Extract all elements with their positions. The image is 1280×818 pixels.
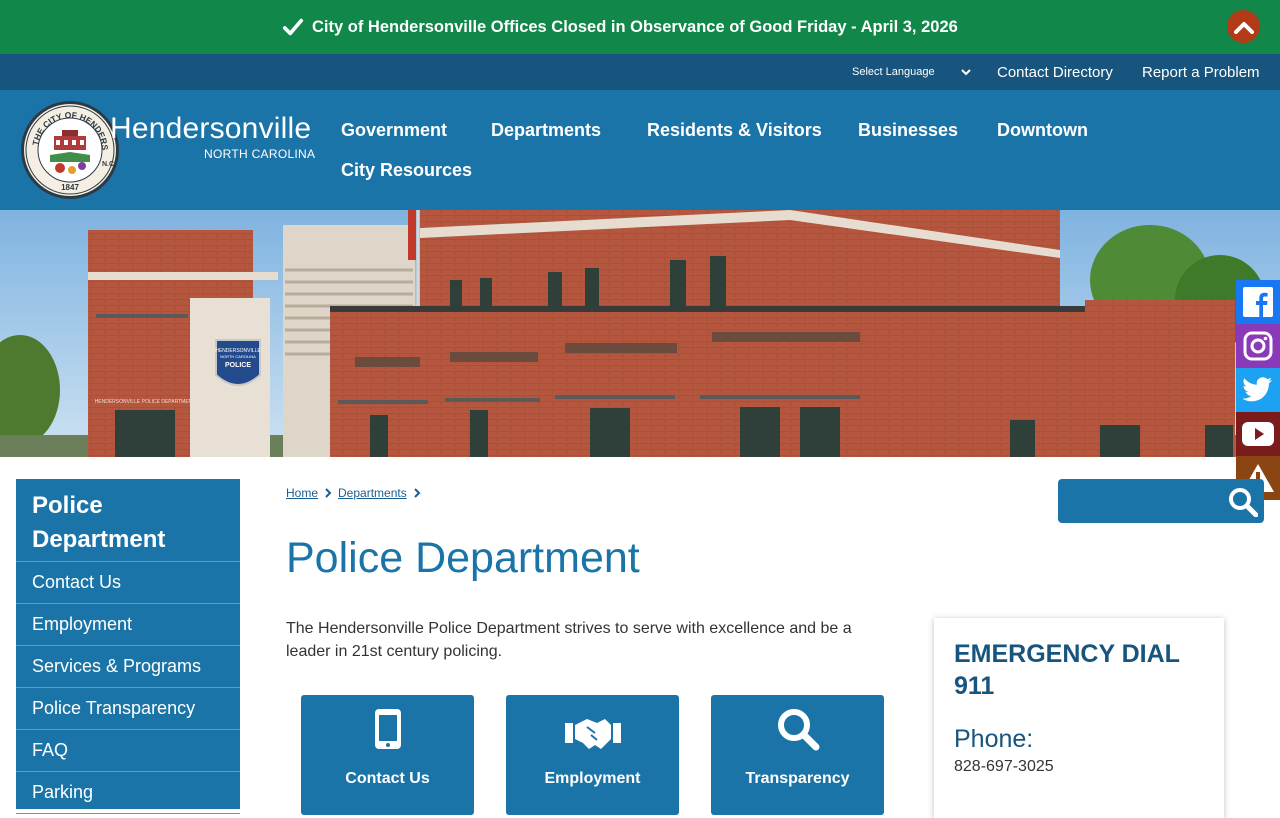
instagram-link[interactable]	[1236, 324, 1280, 368]
emergency-card: EMERGENCY DIAL 911 Phone: 828-697-3025	[934, 618, 1224, 818]
nav-businesses[interactable]: Businesses	[858, 120, 958, 141]
contact-directory-link[interactable]: Contact Directory	[997, 54, 1113, 90]
language-select[interactable]: Select Language	[852, 54, 935, 90]
police-building-illustration: HENDERSONVILLE NORTH CAROLINA POLICE HEN…	[0, 210, 1280, 457]
checkmark-icon	[282, 18, 304, 36]
brand-name[interactable]: Hendersonville	[110, 112, 311, 146]
language-select-label: Select Language	[852, 66, 935, 78]
alert-content[interactable]: City of Hendersonville Offices Closed in…	[282, 0, 958, 54]
chevron-right-icon	[414, 488, 421, 498]
tile-label: Contact Us	[345, 770, 430, 787]
employment-tile[interactable]: Employment	[506, 695, 679, 815]
nav-residents-visitors[interactable]: Residents & Visitors	[647, 120, 822, 141]
svg-text:N.C.: N.C.	[102, 161, 116, 168]
emergency-title: EMERGENCY DIAL 911	[954, 640, 1180, 700]
alert-banner: City of Hendersonville Offices Closed in…	[0, 0, 1280, 54]
utility-bar: Select Language Contact Directory Report…	[0, 54, 1280, 90]
sidebar-item-police-transparency[interactable]: Police Transparency	[16, 688, 240, 730]
chevron-up-icon	[1233, 21, 1254, 34]
nav-city-resources[interactable]: City Resources	[341, 160, 472, 181]
breadcrumb-departments[interactable]: Departments	[338, 486, 407, 500]
handshake-icon	[564, 719, 621, 749]
facebook-link[interactable]	[1236, 280, 1280, 324]
city-seal-logo[interactable]: THE CITY OF HENDERSONVILLE N.C. 1847	[20, 100, 120, 200]
alert-text: City of Hendersonville Offices Closed in…	[312, 17, 958, 36]
twitter-icon	[1243, 377, 1272, 402]
sidebar-item-faq[interactable]: FAQ	[16, 730, 240, 772]
sidebar-title[interactable]: Police Department	[16, 479, 240, 562]
chevron-down-icon[interactable]	[960, 66, 972, 78]
contact-us-tile[interactable]: Contact Us	[301, 695, 474, 815]
facebook-icon	[1243, 287, 1273, 317]
intro-text: The Hendersonville Police Department str…	[286, 620, 852, 660]
page-title: Police Department	[286, 534, 640, 582]
sidebar-item-services-programs[interactable]: Services & Programs	[16, 646, 240, 688]
svg-text:1847: 1847	[61, 183, 79, 192]
instagram-icon	[1243, 331, 1273, 361]
breadcrumb-home[interactable]: Home	[286, 486, 318, 500]
youtube-link[interactable]	[1236, 412, 1280, 456]
search-icon[interactable]	[1228, 487, 1258, 517]
svg-text:POLICE: POLICE	[225, 362, 251, 369]
mobile-phone-icon	[374, 709, 401, 749]
twitter-link[interactable]	[1236, 368, 1280, 412]
brand-subtitle: NORTH CAROLINA	[204, 147, 316, 161]
phone-label: Phone:	[954, 725, 1034, 753]
magnifier-icon	[777, 709, 819, 751]
sidebar-item-parking[interactable]: Parking	[16, 772, 240, 814]
transparency-tile[interactable]: Transparency	[711, 695, 884, 815]
sidebar-nav: Police Department Contact Us Employment …	[16, 479, 240, 814]
tile-label: Employment	[544, 770, 641, 787]
nav-downtown[interactable]: Downtown	[997, 120, 1088, 141]
nav-government[interactable]: Government	[341, 120, 447, 141]
svg-text:NORTH CAROLINA: NORTH CAROLINA	[220, 354, 256, 359]
chevron-right-icon	[325, 488, 332, 498]
sidebar-item-contact-us[interactable]: Contact Us	[16, 562, 240, 604]
report-problem-link[interactable]: Report a Problem	[1142, 54, 1260, 90]
youtube-icon	[1242, 422, 1274, 446]
sidebar-item-employment[interactable]: Employment	[16, 604, 240, 646]
alert-collapse-button[interactable]	[1227, 10, 1260, 43]
tile-label: Transparency	[745, 770, 850, 787]
tile-icon-wrap	[711, 707, 884, 757]
svg-text:HENDERSONVILLE POLICE DEPARTME: HENDERSONVILLE POLICE DEPARTMENT	[95, 399, 196, 405]
breadcrumb: Home Departments	[286, 486, 421, 500]
nav-departments[interactable]: Departments	[491, 120, 601, 141]
site-header: THE CITY OF HENDERSONVILLE N.C. 1847 Hen…	[0, 90, 1280, 210]
tile-icon-wrap	[506, 707, 679, 757]
hero-image: HENDERSONVILLE NORTH CAROLINA POLICE HEN…	[0, 210, 1280, 457]
phone-number[interactable]: 828-697-3025	[954, 758, 1054, 776]
tile-icon-wrap	[301, 707, 474, 757]
